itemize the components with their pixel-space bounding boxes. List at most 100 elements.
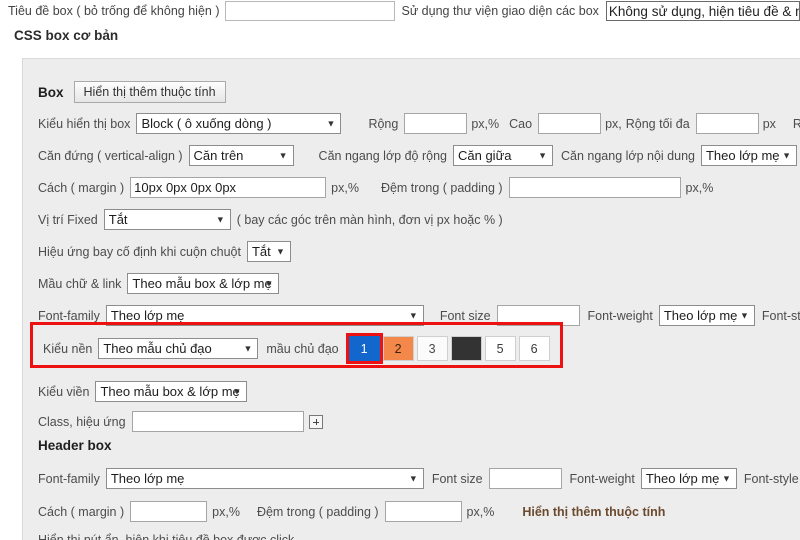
scroll-effect-row: Hiệu ứng bay cố định khi cuộn chuột Tắt … [38, 241, 291, 262]
text-color-value: Theo mẫu box & lớp mẹ [132, 276, 272, 291]
header-padding-input[interactable] [384, 501, 462, 522]
theme-swatch-group: 1 2 3 4 5 6 [345, 333, 553, 364]
plus-icon[interactable] [308, 414, 323, 429]
app-root: Tiêu đề box ( bỏ trống để không hiện ) S… [0, 0, 800, 540]
header-padding-unit: px,% [466, 504, 495, 519]
theme-swatch-1[interactable]: 1 [345, 333, 383, 364]
font-weight-value: Theo lớp mẹ [663, 308, 738, 323]
header-margin-input[interactable] [130, 501, 208, 522]
chevron-down-icon: ▼ [276, 246, 285, 256]
max-width-input[interactable] [695, 113, 759, 134]
box-group-heading: Box [38, 84, 64, 100]
box-title-input[interactable] [225, 1, 396, 21]
header-font-family-select[interactable]: Theo lớp mẹ ▼ [105, 468, 424, 489]
theme-swatch-2[interactable]: 2 [382, 336, 414, 361]
header-margin-unit: px,% [212, 504, 240, 519]
chevron-down-icon: ▼ [721, 473, 731, 483]
class-label: Class, hiệu ứng [38, 414, 126, 429]
theme-swatch-5[interactable]: 5 [484, 336, 516, 361]
background-value: Theo mẫu chủ đạo [103, 341, 212, 356]
chevron-down-icon: ▼ [326, 118, 336, 128]
align-row: Căn đứng ( vertical-align ) Căn trên ▼ C… [38, 145, 797, 166]
halign-content-select[interactable]: Theo lớp mẹ ▼ [700, 145, 797, 166]
chevron-down-icon: ▼ [538, 150, 547, 160]
height-input[interactable] [538, 113, 602, 134]
height-label: Cao [509, 116, 533, 131]
width-unit: px,% [471, 116, 500, 131]
top-toolbar: Tiêu đề box ( bỏ trống để không hiện ) S… [0, 0, 800, 22]
header-margin-label: Cách ( margin ) [38, 504, 125, 519]
font-family-value: Theo lớp mẹ [110, 308, 185, 323]
theme-swatch-label: 2 [394, 341, 402, 356]
font-weight-select[interactable]: Theo lớp mẹ ▼ [658, 305, 755, 326]
class-input[interactable] [131, 411, 304, 432]
header-toggle-row: Hiển thị nút ẩn, hiện khi tiêu đề box đư… [38, 533, 295, 540]
scroll-effect-label: Hiệu ứng bay cố định khi cuộn chuột [38, 244, 241, 259]
display-label: Kiểu hiển thị box [38, 116, 131, 131]
theme-swatch-4[interactable]: 4 [450, 336, 482, 361]
text-color-row: Mầu chữ & link Theo mẫu box & lớp mẹ ▼ [38, 273, 280, 294]
padding-unit: px,% [685, 180, 714, 195]
header-font-weight-value: Theo lớp mẹ [645, 471, 720, 486]
background-row: Kiểu nền Theo mẫu chủ đạo ▼ mầu chủ đạo … [43, 333, 553, 364]
fixed-label: Vị trí Fixed [38, 212, 98, 227]
border-select[interactable]: Theo mẫu box & lớp mẹ ▼ [95, 381, 248, 402]
text-color-label: Mầu chữ & link [38, 276, 122, 291]
header-box-heading: Header box [38, 438, 112, 453]
valign-select-value: Căn trên [193, 148, 244, 163]
header-font-family-label: Font-family [38, 471, 100, 486]
class-row: Class, hiệu ứng [38, 411, 323, 432]
header-font-size-label: Font size [431, 471, 483, 486]
header-spacing-row: Cách ( margin ) px,% Đệm trong ( padding… [38, 501, 665, 522]
margin-input[interactable] [130, 177, 327, 198]
scroll-effect-select[interactable]: Tắt ▼ [246, 241, 291, 262]
font-style-label: Font-style [761, 308, 800, 323]
background-select[interactable]: Theo mẫu chủ đạo ▼ [98, 338, 259, 359]
header-font-row: Font-family Theo lớp mẹ ▼ Font size Font… [38, 468, 800, 489]
spacing-row: Cách ( margin ) px,% Đệm trong ( padding… [38, 177, 713, 198]
text-color-select[interactable]: Theo mẫu box & lớp mẹ ▼ [127, 273, 280, 294]
max-width-label: Rộng tối đa [625, 116, 690, 131]
header-font-size-input[interactable] [488, 468, 562, 489]
font-weight-label: Font-weight [587, 308, 653, 323]
theme-swatch-label: 5 [496, 341, 504, 356]
theme-color-label: mầu chủ đạo [266, 341, 339, 356]
halign-content-value: Theo lớp mẹ [705, 148, 780, 163]
chevron-down-icon: ▼ [215, 214, 225, 224]
fixed-select-value: Tắt [108, 212, 128, 227]
font-size-label: Font size [439, 308, 491, 323]
theme-swatch-label: 3 [428, 341, 436, 356]
theme-swatch-6[interactable]: 6 [518, 336, 550, 361]
halign-content-label: Căn ngang lớp nội dung [560, 148, 695, 163]
width-input[interactable] [404, 113, 468, 134]
margin-unit: px,% [331, 180, 359, 195]
header-show-more-props-link[interactable]: Hiển thị thêm thuộc tính [522, 505, 665, 519]
library-select[interactable]: Không sử dụng, hiện tiêu đề & nộ [605, 1, 800, 21]
section-title: CSS box cơ bản [14, 28, 119, 43]
display-select[interactable]: Block ( ô xuống dòng ) ▼ [136, 113, 342, 134]
height-unit: px, [605, 116, 622, 131]
chevron-down-icon: ▼ [782, 150, 791, 160]
theme-swatch-label: 1 [360, 341, 368, 356]
theme-swatch-3[interactable]: 3 [416, 336, 448, 361]
halign-width-select[interactable]: Căn giữa ▼ [452, 145, 553, 166]
header-font-weight-label: Font-weight [569, 471, 635, 486]
halign-width-label: Căn ngang lớp độ rộng [318, 148, 447, 163]
valign-label: Căn đứng ( vertical-align ) [38, 148, 183, 163]
margin-label: Cách ( margin ) [38, 180, 125, 195]
fixed-row: Vị trí Fixed Tắt ▼ ( bay các góc trên mà… [38, 209, 503, 230]
show-more-props-button[interactable]: Hiển thị thêm thuộc tính [73, 81, 226, 103]
max-width-unit: px [762, 116, 776, 131]
fixed-select[interactable]: Tắt ▼ [103, 209, 231, 230]
valign-select[interactable]: Căn trên ▼ [188, 145, 294, 166]
border-label: Kiểu viền [38, 384, 90, 399]
header-font-style-label: Font-style [743, 471, 799, 486]
chevron-down-icon: ▼ [278, 150, 288, 160]
fixed-hint: ( bay các góc trên màn hình, đơn vị px h… [236, 212, 503, 227]
chevron-down-icon: ▼ [264, 278, 274, 288]
padding-input[interactable] [508, 177, 681, 198]
box-group-header: Box Hiển thị thêm thuộc tính [38, 81, 226, 103]
header-font-weight-select[interactable]: Theo lớp mẹ ▼ [640, 468, 737, 489]
border-value: Theo mẫu box & lớp mẹ [100, 384, 240, 399]
display-row: Kiểu hiển thị box Block ( ô xuống dòng )… [38, 113, 800, 134]
